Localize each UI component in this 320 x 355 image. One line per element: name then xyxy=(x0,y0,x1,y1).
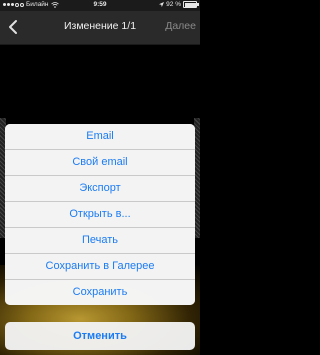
action-save-to-gallery[interactable]: Сохранить в Галерее xyxy=(5,253,195,279)
status-right: 92 % xyxy=(159,1,199,8)
action-save[interactable]: Сохранить xyxy=(5,279,195,305)
action-email[interactable]: Email xyxy=(5,124,195,149)
action-export[interactable]: Экспорт xyxy=(5,175,195,201)
action-open-in[interactable]: Открыть в... xyxy=(5,201,195,227)
next-button[interactable]: Далее xyxy=(165,20,196,32)
cancel-button[interactable]: Отменить xyxy=(5,322,195,350)
status-bar: Билайн 9:59 92 % xyxy=(0,0,200,11)
battery-fill xyxy=(184,2,196,7)
location-icon xyxy=(159,2,165,7)
battery-icon xyxy=(183,1,199,8)
nav-bar: Изменение 1/1 Далее xyxy=(0,11,200,45)
battery-percent: 92 % xyxy=(166,1,181,8)
action-sheet: Email Свой email Экспорт Открыть в... Пе… xyxy=(5,124,195,305)
screen: Билайн 9:59 92 % Изменение 1/1 Далее Ema… xyxy=(0,0,200,355)
action-own-email[interactable]: Свой email xyxy=(5,149,195,175)
action-print[interactable]: Печать xyxy=(5,227,195,253)
